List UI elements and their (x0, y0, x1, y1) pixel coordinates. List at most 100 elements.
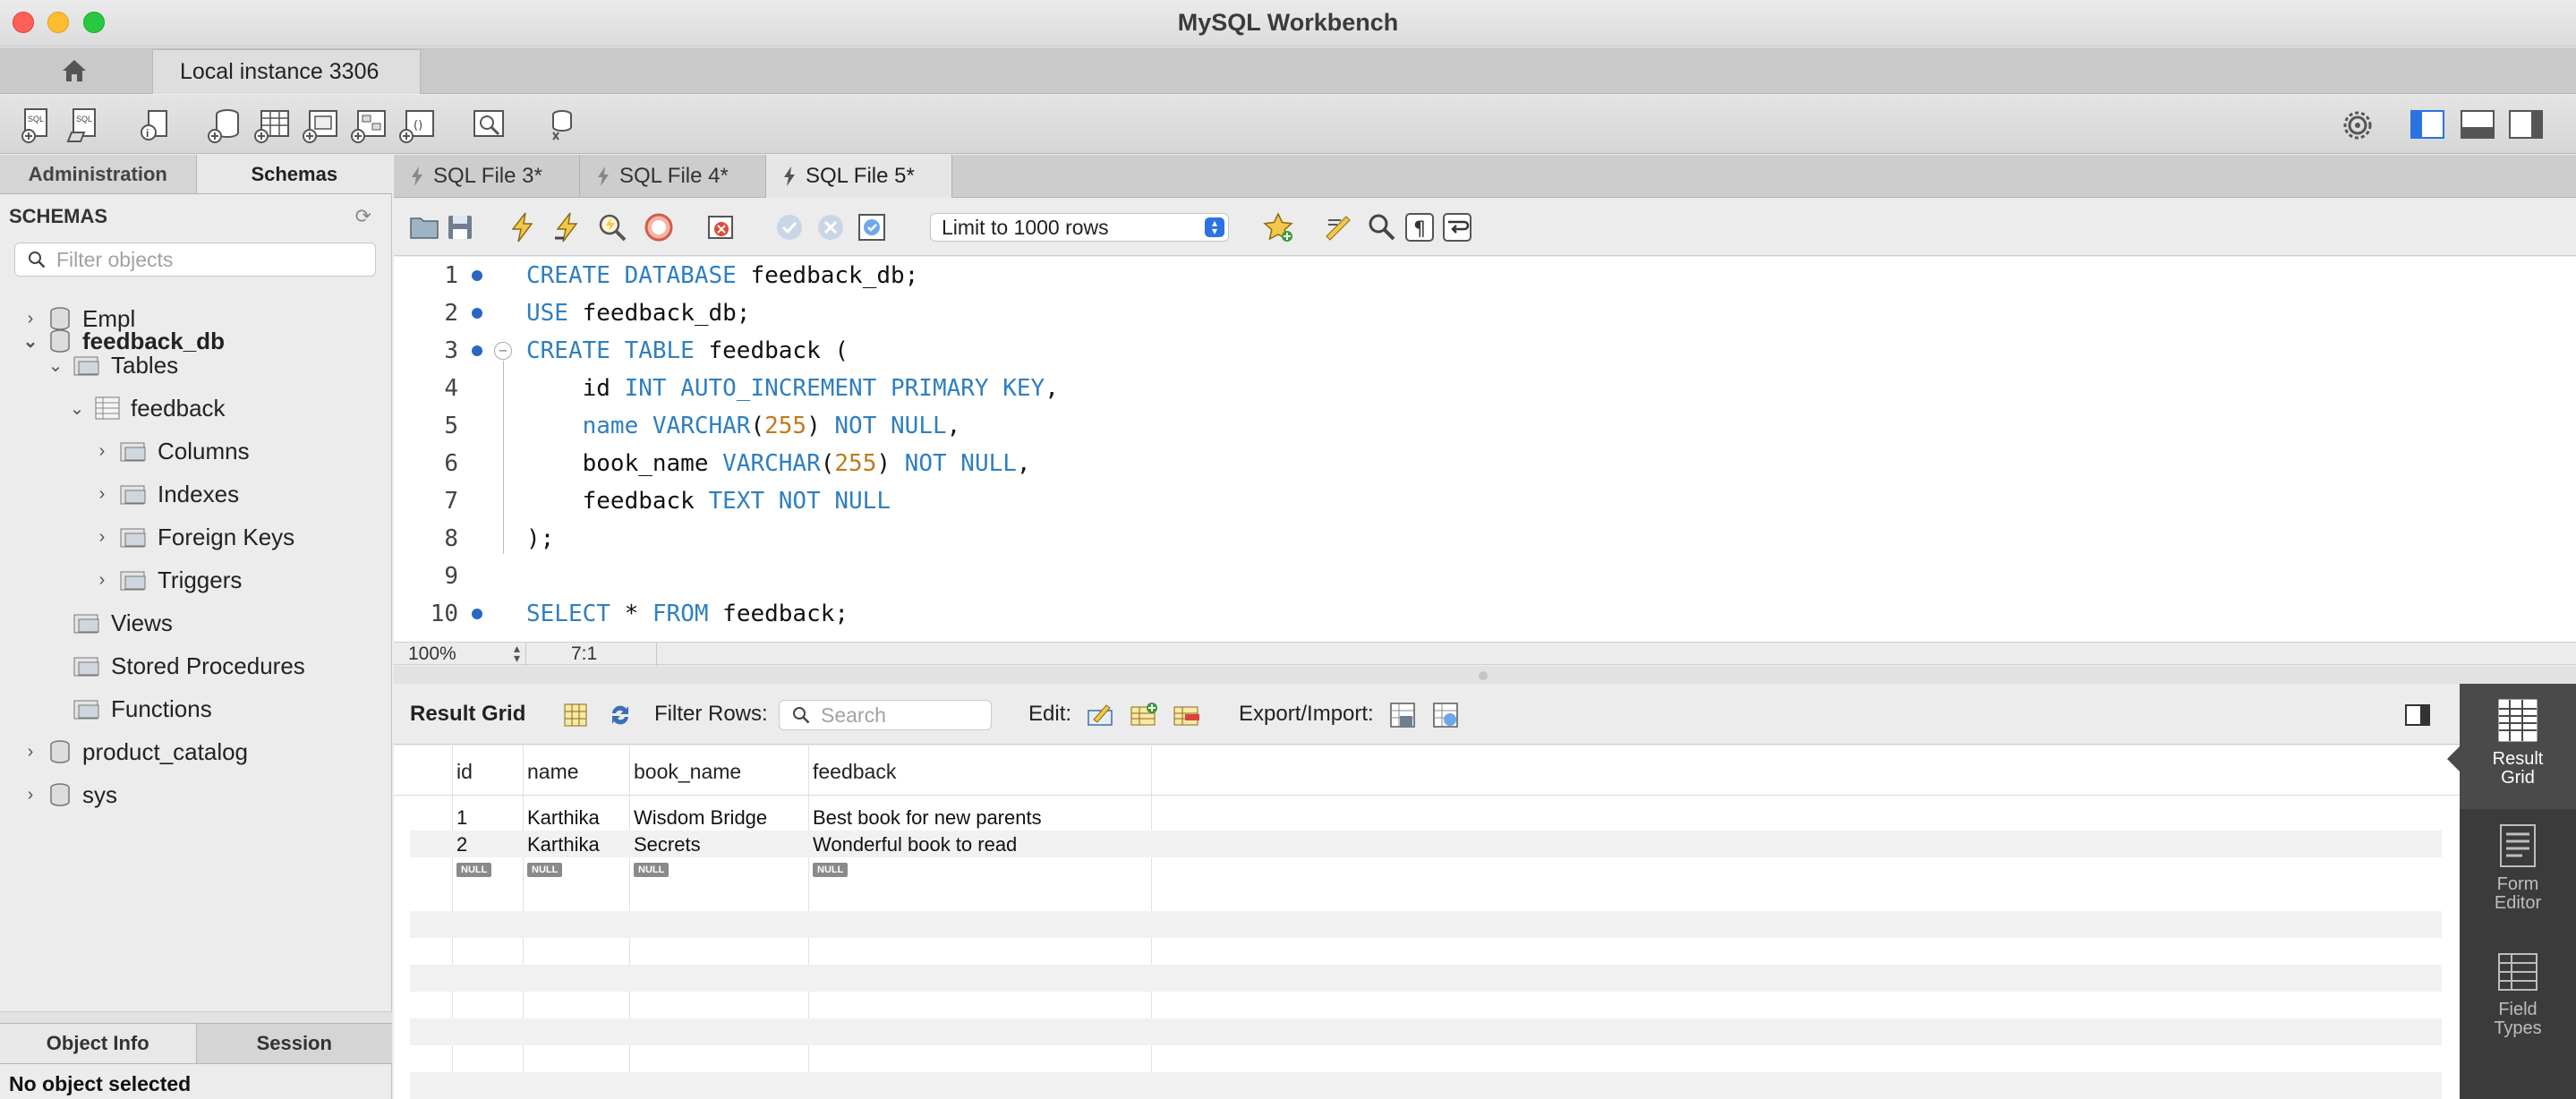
search-table-data-icon[interactable] (469, 106, 508, 145)
delete-selected-rows-icon[interactable] (1171, 700, 1201, 730)
create-view-icon[interactable] (301, 106, 340, 145)
tab-sql-file-4[interactable]: SQL File 4* (580, 155, 766, 198)
tree-item-tables[interactable]: ⌄ Tables (47, 345, 179, 385)
commit-icon[interactable] (773, 211, 806, 243)
chevron-down-icon[interactable]: ⌄ (21, 330, 39, 353)
table-cell-name[interactable]: Karthika (527, 806, 600, 830)
tree-item-indexes[interactable]: › Indexes (93, 474, 239, 514)
code-line[interactable]: 7 feedback TEXT NOT NULL (394, 482, 2576, 520)
tab-schemas[interactable]: Schemas (195, 155, 392, 193)
inspector-icon[interactable]: i (136, 106, 175, 145)
table-cell-feedback[interactable]: Best book for new parents (813, 806, 1042, 830)
tree-item-product-catalog[interactable]: › product_catalog (21, 732, 248, 771)
code-line[interactable]: 5 name VARCHAR(255) NOT NULL, (394, 407, 2576, 445)
tab-object-info[interactable]: Object Info (0, 1024, 197, 1063)
import-icon[interactable] (1430, 700, 1461, 730)
chevron-right-icon[interactable]: › (93, 441, 111, 462)
table-cell-id[interactable]: 2 (456, 833, 467, 856)
insert-new-row-icon[interactable] (1128, 700, 1158, 730)
new-sql-tab-icon[interactable]: SQL (18, 106, 57, 145)
chevron-right-icon[interactable]: › (93, 527, 111, 548)
chevron-right-icon[interactable]: › (93, 570, 111, 591)
auto-commit-icon[interactable] (856, 211, 888, 243)
export-icon[interactable] (1387, 700, 1418, 730)
tab-sql-file-5[interactable]: SQL File 5* (766, 155, 952, 198)
table-row[interactable]: 1 Karthika Wisdom Bridge Best book for new … (410, 804, 2442, 831)
tree-item-foreign-keys[interactable]: › Foreign Keys (93, 517, 295, 557)
code-line[interactable]: 3 − CREATE TABLE feedback ( (394, 332, 2576, 370)
create-table-icon[interactable] (252, 106, 292, 145)
stop-icon[interactable] (643, 211, 675, 243)
tree-item-views[interactable]: Views (73, 603, 173, 643)
create-function-icon[interactable]: () (397, 106, 437, 145)
beautify-icon[interactable] (1323, 211, 1355, 243)
sql-code-editor[interactable]: 1 CREATE DATABASE feedback_db; 2 USE feedba… (394, 257, 2576, 642)
refresh-schemas-icon[interactable]: ⟳ (355, 205, 371, 228)
column-header-name[interactable]: name (527, 760, 579, 784)
editor-result-splitter[interactable] (394, 666, 2576, 684)
code-line[interactable]: 2 USE feedback_db; (394, 294, 2576, 332)
toggle-result-sidebar-icon[interactable] (2402, 700, 2433, 730)
filter-rows-input[interactable] (821, 703, 982, 728)
edit-current-row-icon[interactable] (1085, 700, 1115, 730)
open-folder-icon[interactable] (408, 211, 440, 243)
tab-sql-file-3[interactable]: SQL File 3* (394, 155, 580, 198)
tree-item-sys[interactable]: › sys (21, 775, 117, 814)
filter-objects-input[interactable] (56, 247, 361, 272)
code-line[interactable]: 4 id INT AUTO_INCREMENT PRIMARY KEY, (394, 370, 2576, 407)
table-cell-feedback[interactable]: Wonderful book to read (813, 833, 1017, 856)
tab-result-grid[interactable]: Result Grid (2447, 684, 2576, 809)
zoom-select[interactable]: 100% ▴ ▾ (394, 642, 526, 666)
execute-icon[interactable] (507, 211, 539, 243)
table-cell-id[interactable]: 1 (456, 806, 467, 830)
explain-icon[interactable] (596, 211, 628, 243)
filter-rows-search-field[interactable] (779, 700, 992, 730)
tab-administration[interactable]: Administration (0, 155, 196, 193)
rollback-icon[interactable] (815, 211, 847, 243)
create-schema-icon[interactable] (204, 106, 243, 145)
tree-item-columns[interactable]: › Columns (93, 431, 250, 471)
tab-form-editor[interactable]: Form Editor (2460, 809, 2576, 934)
toggle-secondary-sidebar-icon[interactable] (2506, 106, 2546, 145)
tab-field-types[interactable]: Field Types (2460, 934, 2576, 1060)
create-procedure-icon[interactable] (349, 106, 388, 145)
code-line[interactable]: 6 book_name VARCHAR(255) NOT NULL, (394, 445, 2576, 482)
find-icon[interactable] (1366, 211, 1398, 243)
table-cell-name[interactable]: Karthika (527, 833, 600, 856)
chevron-right-icon[interactable]: › (21, 785, 39, 805)
grid-layout-icon[interactable] (560, 700, 591, 730)
code-line[interactable]: 1 CREATE DATABASE feedback_db; (394, 257, 2576, 294)
column-header-id[interactable]: id (456, 760, 473, 784)
result-grid[interactable]: id name book_name feedback 1 Karthika Wisd… (394, 745, 2460, 1099)
sidebar-splitter[interactable] (0, 1011, 392, 1024)
column-header-feedback[interactable]: feedback (813, 760, 896, 784)
chevron-down-icon[interactable]: ⌄ (47, 354, 64, 377)
toggle-output-panel-icon[interactable] (2458, 106, 2497, 145)
connection-tab-local-instance[interactable]: Local instance 3306 (152, 49, 421, 94)
splitter-grip-icon[interactable] (1479, 671, 1488, 680)
tree-item-functions[interactable]: Functions (73, 689, 212, 728)
code-line[interactable]: 10 SELECT * FROM feedback; (394, 595, 2576, 633)
tree-item-stored-procedures[interactable]: Stored Procedures (73, 646, 305, 686)
table-cell-book-name[interactable]: Secrets (634, 833, 701, 856)
tree-item-triggers[interactable]: › Triggers (93, 560, 243, 600)
word-wrap-icon[interactable] (1441, 211, 1473, 243)
preferences-gear-icon[interactable] (2338, 106, 2377, 145)
toggle-sidebar-icon[interactable] (2408, 106, 2447, 145)
column-header-book-name[interactable]: book_name (634, 760, 741, 784)
limit-rows-select[interactable]: Limit to 1000 rows ▴ ▾ (930, 213, 1229, 242)
home-tab[interactable] (0, 47, 148, 94)
code-line[interactable]: 9 (394, 558, 2576, 595)
chevron-right-icon[interactable]: › (93, 484, 111, 505)
reconnect-icon[interactable] (541, 106, 580, 145)
open-sql-script-icon[interactable]: SQL (66, 106, 106, 145)
chevron-down-icon[interactable]: ⌄ (68, 397, 86, 420)
add-snippet-star-icon[interactable] (1262, 211, 1294, 243)
new-row-placeholder[interactable]: NULL NULL NULL NULL (410, 857, 2442, 884)
fold-toggle-icon[interactable]: − (494, 342, 512, 360)
table-cell-book-name[interactable]: Wisdom Bridge (634, 806, 767, 830)
execute-current-icon[interactable] (551, 211, 584, 243)
chevron-right-icon[interactable]: › (21, 742, 39, 762)
tab-session[interactable]: Session (197, 1024, 393, 1063)
save-icon[interactable] (444, 211, 476, 243)
